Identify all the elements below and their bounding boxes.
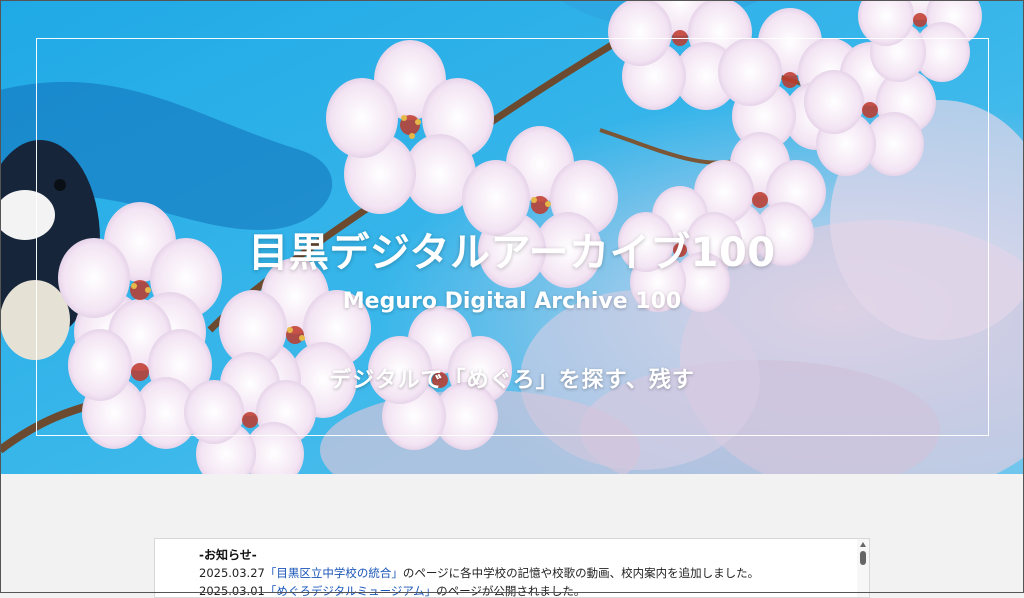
news-panel[interactable]: -お知らせ- 2025.03.27「目黒区立中学校の統合」のページに各中学校の記… [154,538,870,598]
news-link-digital-museum[interactable]: 「めぐろデジタルミュージアム」 [265,584,436,597]
news-heading: -お知らせ- [199,548,257,562]
news-date: 2025.03.01 [199,584,265,598]
news-item: 2025.03.27「目黒区立中学校の統合」のページに各中学校の記憶や校歌の動画… [199,565,759,581]
scroll-up-arrow-icon[interactable] [860,542,866,547]
news-item: 2025.03.01「めぐろデジタルミュージアム」のページが公開されました。 [199,583,586,598]
news-link-junior-high-merger[interactable]: 「目黒区立中学校の統合」 [265,566,403,580]
news-text: のページに各中学校の記憶や校歌の動画、校内案内を追加しました。 [402,566,760,580]
scrollbar-thumb[interactable] [860,551,866,565]
hero-banner: 目黒デジタルアーカイブ100 Meguro Digital Archive 10… [0,0,1024,474]
site-subtitle: Meguro Digital Archive 100 [342,289,682,314]
news-text: のページが公開されました。 [436,584,586,598]
site-tagline: デジタルで「めぐろ」を探す、残す [329,368,695,393]
news-date: 2025.03.27 [199,566,265,580]
site-title: 目黒デジタルアーカイブ100 [248,230,776,276]
news-scrollbar[interactable] [857,539,869,597]
